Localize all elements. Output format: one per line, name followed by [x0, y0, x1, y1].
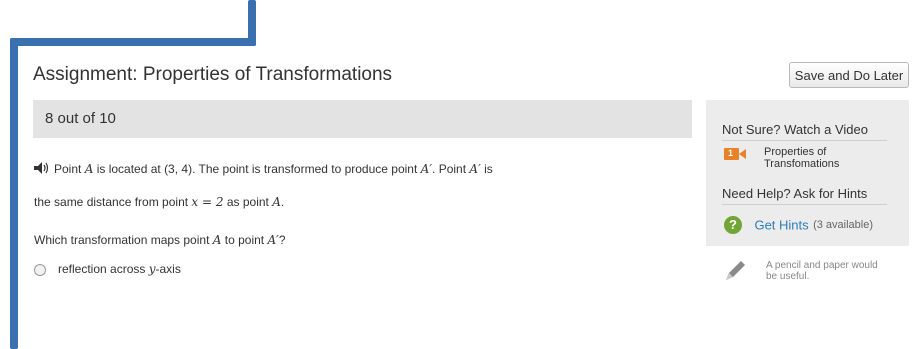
annotation-frame-top	[10, 38, 256, 46]
annotation-frame-left	[10, 38, 18, 349]
math-var: A′	[420, 162, 433, 176]
math-var: A′	[469, 162, 481, 176]
get-hints-link[interactable]: Get Hints	[754, 218, 808, 233]
answer-radio[interactable]	[34, 263, 46, 276]
question-text: . Point	[432, 162, 470, 176]
math-var: A	[272, 195, 281, 209]
question-text: is	[480, 162, 493, 176]
hints-heading: Need Help? Ask for Hints	[722, 186, 868, 201]
pencil-icon	[726, 261, 745, 280]
speaker-icon[interactable]	[34, 162, 50, 177]
math-var: A′	[267, 233, 279, 247]
video-heading: Not Sure? Watch a Video	[722, 122, 868, 137]
help-sidebar: Not Sure? Watch a Video 1 Properties of …	[706, 100, 909, 246]
question-text: to point	[221, 233, 268, 247]
question-text: Point	[54, 162, 85, 176]
pencil-note: A pencil and paper would be useful.	[722, 258, 878, 289]
question-line-2: the same distance from point x = 2 as po…	[34, 195, 284, 209]
question-text: the same distance from point	[34, 195, 192, 209]
answer-label: reflection across	[58, 262, 149, 276]
hint-count: (3 available)	[813, 219, 874, 231]
question-line-1: Point A is located at (3, 4). The point …	[34, 162, 493, 177]
question-text: ?	[278, 233, 286, 247]
page-title: Assignment: Properties of Transformation…	[33, 64, 393, 85]
divider	[722, 140, 887, 141]
save-and-do-later-button[interactable]: Save and Do Later	[789, 62, 909, 88]
question-mark-icon: ?	[724, 216, 742, 234]
question-text: is located at (3, 4). The point is trans…	[93, 162, 421, 176]
question-text: as point	[223, 195, 273, 209]
answer-label: -axis	[155, 262, 181, 276]
video-number: 1	[728, 148, 734, 158]
hint-row[interactable]: ? Get Hints (3 available)	[724, 216, 873, 234]
question-text: .	[280, 195, 285, 209]
progress-text: 8 out of 10	[45, 110, 116, 127]
divider	[722, 204, 887, 205]
math-expression: x = 2	[191, 195, 224, 209]
answer-option[interactable]: reflection across y-axis	[34, 262, 181, 276]
pencil-note-text: A pencil and paper would be useful.	[766, 260, 878, 282]
progress-bar: 8 out of 10	[33, 100, 692, 138]
question-text: Which transformation maps point	[34, 233, 213, 247]
video-link[interactable]: Properties of Transfomations	[764, 146, 874, 170]
question-prompt: Which transformation maps point A to poi…	[34, 233, 286, 247]
